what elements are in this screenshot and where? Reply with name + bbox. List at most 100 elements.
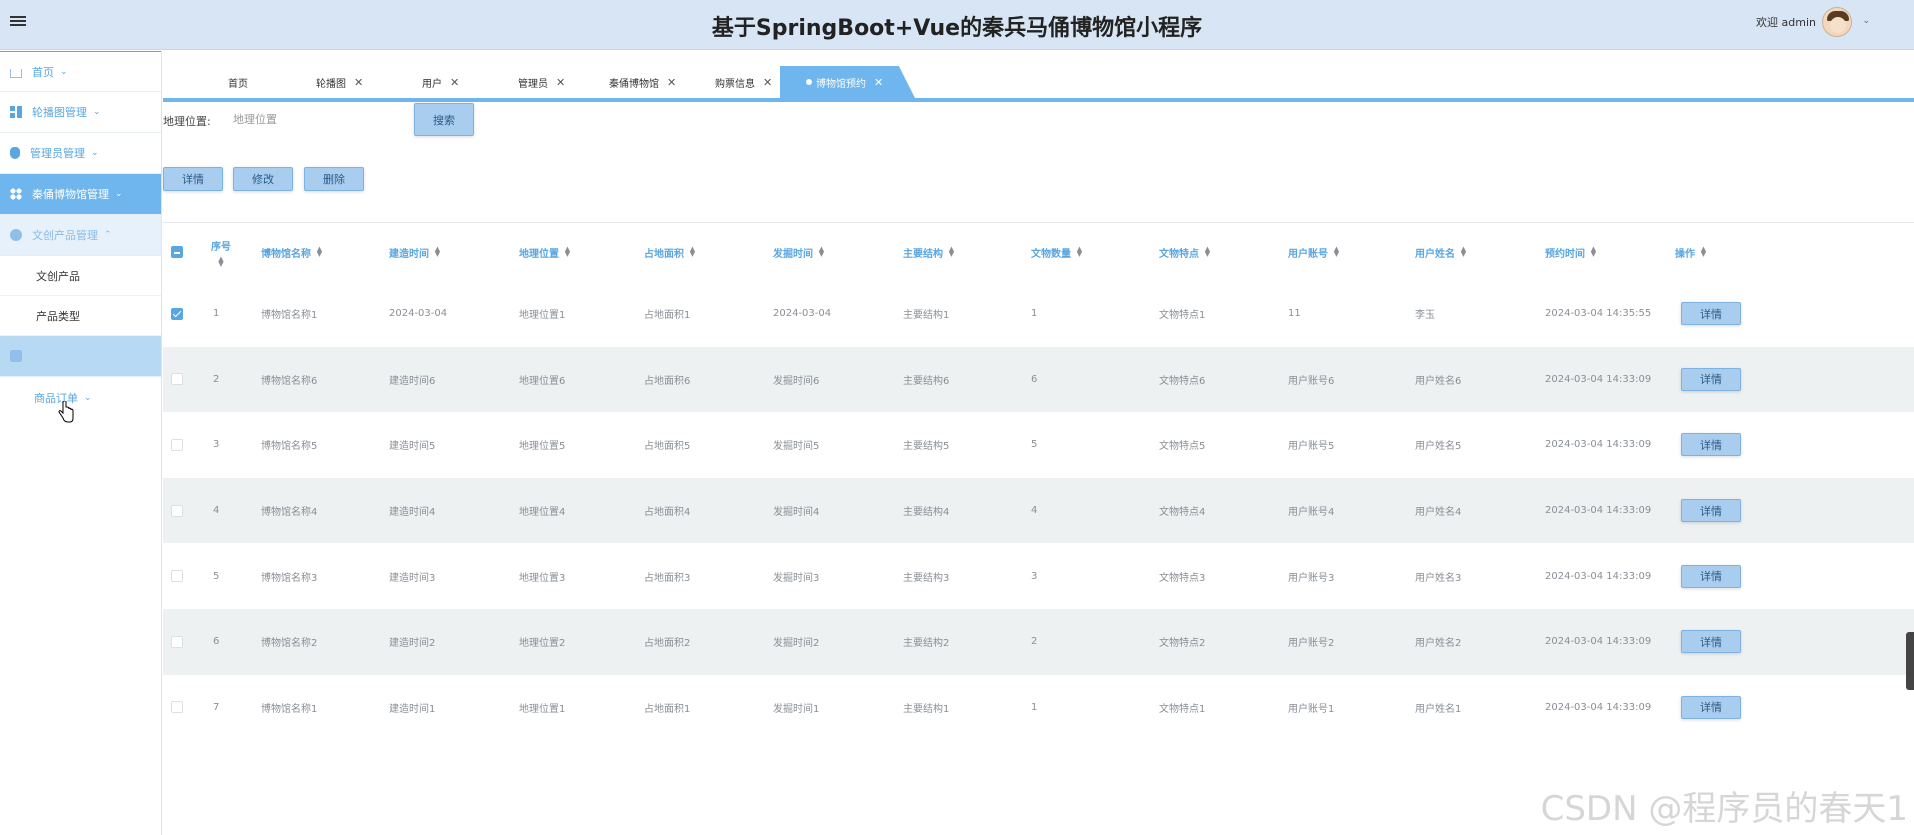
row-checkbox[interactable] [171, 675, 183, 741]
table-row[interactable]: 2 博物馆名称6 建造时间6 地理位置6 占地面积6 发掘时间6 主要结构6 6 文物特点6 用户… [163, 346, 1914, 413]
sidebar-item-museum[interactable]: 秦俑博物馆管理 ⌄ [0, 174, 161, 215]
tab-admin[interactable]: 管理员 ✕ [518, 66, 565, 98]
sort-icon[interactable]: ▲ ▼ [564, 246, 571, 258]
edit-button[interactable]: 修改 [233, 167, 293, 191]
tab-label: 购票信息 [715, 78, 755, 90]
close-icon[interactable]: ✕ [450, 76, 459, 89]
table-row[interactable]: 3 博物馆名称5 建造时间5 地理位置5 占地面积5 发掘时间5 主要结构5 5 文物特点5 用户… [163, 412, 1914, 478]
sidebar-item-home[interactable]: 首页 ⌄ [0, 51, 161, 92]
close-icon[interactable]: ✕ [556, 76, 565, 89]
column-header-structure[interactable]: 主要结构 ▲ ▼ [903, 223, 955, 281]
booking-table: 序号 ▲ ▼ 博物馆名称 ▲ ▼ 建造时间 ▲ ▼ 地理位置 ▲ ▼ 占地面积 ▲ ▼ 发掘时间 ▲ ▼ 主要结构 ▲… [163, 222, 1914, 740]
column-header-user-account[interactable]: 用户账号 ▲ ▼ [1288, 223, 1340, 281]
row-checkbox[interactable] [171, 281, 183, 347]
select-all-checkbox[interactable] [171, 223, 183, 281]
cell-area: 占地面积2 [644, 638, 691, 650]
column-header-relic-count[interactable]: 文物数量 ▲ ▼ [1031, 223, 1083, 281]
sort-icon[interactable]: ▲ ▼ [818, 246, 825, 258]
table-row[interactable]: 1 博物馆名称1 2024-03-04 地理位置1 占地面积1 2024-03-04 主要结… [163, 281, 1914, 347]
sort-icon[interactable]: ▲ ▼ [1076, 246, 1083, 258]
sidebar-item-orders[interactable]: 商品订单 ⌄ [0, 377, 161, 418]
sort-icon[interactable]: ▲ ▼ [218, 255, 225, 267]
column-header-actions[interactable]: 操作 ▲ ▼ [1675, 223, 1707, 281]
row-detail-button[interactable]: 详情 [1681, 499, 1741, 523]
sort-icon[interactable]: ▲ ▼ [948, 246, 955, 258]
sidebar-subitem-product-types[interactable]: 产品类型 [0, 296, 161, 336]
cell-booking-time: 2024-03-04 14:33:09 [1545, 636, 1652, 648]
column-header-museum-name[interactable]: 博物馆名称 ▲ ▼ [261, 223, 323, 281]
column-header-excavation-time[interactable]: 发掘时间 ▲ ▼ [773, 223, 825, 281]
cell-location: 地理位置1 [519, 310, 566, 322]
cell-museum-name: 博物馆名称5 [261, 441, 318, 453]
sort-icon[interactable]: ▲ ▼ [1590, 246, 1597, 258]
detail-button[interactable]: 详情 [163, 167, 223, 191]
sidebar-subitem-products[interactable]: 文创产品 [0, 256, 161, 296]
tab-carousel[interactable]: 轮播图 ✕ [316, 66, 363, 98]
table-row[interactable]: 7 博物馆名称1 建造时间1 地理位置1 占地面积1 发掘时间1 主要结构1 1 文物特点1 用户… [163, 675, 1914, 741]
cell-excavation-time: 发掘时间6 [773, 375, 820, 387]
table-row[interactable]: 5 博物馆名称3 建造时间3 地理位置3 占地面积3 发掘时间3 主要结构3 3 文物特点3 用户… [163, 543, 1914, 609]
column-header-area[interactable]: 占地面积 ▲ ▼ [644, 223, 696, 281]
row-detail-button[interactable]: 详情 [1681, 302, 1741, 326]
delete-button[interactable]: 删除 [304, 167, 364, 191]
cell-build-time: 建造时间3 [389, 572, 436, 584]
tab-museum[interactable]: 秦俑博物馆 ✕ [609, 66, 676, 98]
table-row[interactable]: 4 博物馆名称4 建造时间4 地理位置4 占地面积4 发掘时间4 主要结构4 4 文物特点4 用户… [163, 477, 1914, 544]
row-detail-button[interactable]: 详情 [1681, 367, 1741, 391]
cell-structure: 主要结构1 [903, 703, 950, 715]
sort-icon[interactable]: ▲ ▼ [1700, 246, 1707, 258]
column-header-seq[interactable]: 序号 ▲ ▼ [211, 223, 231, 281]
cell-relic-feature: 文物特点2 [1159, 638, 1206, 650]
search-button[interactable]: 搜索 [414, 103, 474, 136]
tab-user[interactable]: 用户 ✕ [422, 66, 459, 98]
tab-museum-booking[interactable]: 博物馆预约 ✕ [780, 66, 915, 98]
sidebar-item-creative[interactable]: 文创产品管理 ⌃ [0, 215, 161, 256]
row-detail-button[interactable]: 详情 [1681, 433, 1741, 457]
cell-relic-feature: 文物特点4 [1159, 507, 1206, 519]
cell-museum-name: 博物馆名称1 [261, 310, 318, 322]
column-header-build-time[interactable]: 建造时间 ▲ ▼ [389, 223, 441, 281]
watermark: CSDN @程序员的春天1 [1540, 789, 1908, 829]
cell-area: 占地面积1 [644, 703, 691, 715]
close-icon[interactable]: ✕ [763, 76, 772, 89]
row-detail-button[interactable]: 详情 [1681, 630, 1741, 654]
hand-cursor-icon [58, 401, 74, 423]
sidebar-item-admin[interactable]: 管理员管理 ⌄ [0, 133, 161, 174]
cell-location: 地理位置6 [519, 375, 566, 387]
sort-icon[interactable]: ▲ ▼ [1204, 246, 1211, 258]
column-header-location[interactable]: 地理位置 ▲ ▼ [519, 223, 571, 281]
row-checkbox[interactable] [171, 478, 183, 544]
sort-icon[interactable]: ▲ ▼ [434, 246, 441, 258]
sidebar-item-hovered[interactable] [0, 336, 161, 377]
cell-area: 占地面积4 [644, 507, 691, 519]
welcome-text: 欢迎 admin [1756, 16, 1816, 29]
row-checkbox[interactable] [171, 543, 183, 609]
column-header-booking-time[interactable]: 预约时间 ▲ ▼ [1545, 223, 1597, 281]
sidebar-item-carousel[interactable]: 轮播图管理 ⌄ [0, 92, 161, 133]
sort-icon[interactable]: ▲ ▼ [316, 246, 323, 258]
cell-relic-count: 5 [1031, 439, 1038, 451]
row-checkbox[interactable] [171, 609, 183, 675]
row-detail-button[interactable]: 详情 [1681, 695, 1741, 719]
close-icon[interactable]: ✕ [874, 76, 883, 89]
sort-icon[interactable]: ▲ ▼ [689, 246, 696, 258]
apps-icon [10, 188, 22, 200]
sort-icon[interactable]: ▲ ▼ [1460, 246, 1467, 258]
table-row[interactable]: 6 博物馆名称2 建造时间2 地理位置2 占地面积2 发掘时间2 主要结构2 2 文物特点2 用户… [163, 608, 1914, 675]
row-checkbox[interactable] [171, 347, 183, 413]
location-search-input[interactable] [225, 106, 395, 132]
close-icon[interactable]: ✕ [667, 76, 676, 89]
tab-home[interactable]: 首页 [228, 66, 248, 98]
side-handle[interactable] [1906, 632, 1914, 690]
tab-tickets[interactable]: 购票信息 ✕ [715, 66, 772, 98]
row-detail-button[interactable]: 详情 [1681, 564, 1741, 588]
row-checkbox[interactable] [171, 412, 183, 478]
chevron-down-icon[interactable]: ⌄ [1862, 16, 1870, 26]
column-header-relic-feature[interactable]: 文物特点 ▲ ▼ [1159, 223, 1211, 281]
close-icon[interactable]: ✕ [354, 76, 363, 89]
cell-build-time: 建造时间1 [389, 703, 436, 715]
sort-icon[interactable]: ▲ ▼ [1333, 246, 1340, 258]
column-header-label: 文物数量 [1031, 248, 1071, 260]
avatar[interactable] [1822, 7, 1852, 37]
column-header-user-name[interactable]: 用户姓名 ▲ ▼ [1415, 223, 1467, 281]
